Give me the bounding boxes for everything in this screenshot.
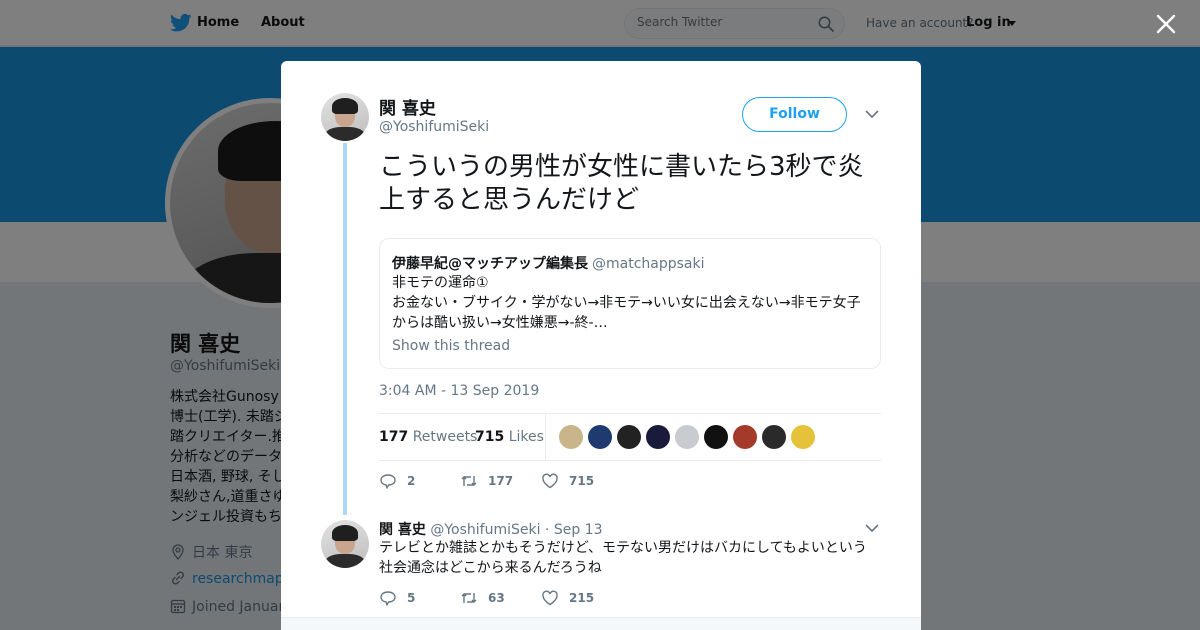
quoted-author-handle: @matchappsaki — [592, 256, 705, 272]
retweet-action[interactable]: 63 — [460, 590, 505, 606]
reply-header: 関 喜史 @YoshifumiSeki · Sep 13 — [379, 519, 602, 539]
reply-action[interactable]: 2 — [379, 473, 415, 489]
follow-button[interactable]: Follow — [742, 97, 847, 132]
like-count-action: 215 — [569, 591, 595, 605]
chevron-down-icon[interactable] — [865, 523, 879, 533]
reply-author-name[interactable]: 関 喜史 — [379, 522, 426, 538]
retweet-icon — [461, 476, 477, 486]
like-action[interactable]: 215 — [541, 590, 594, 606]
quoted-line: 非モテの運命① — [392, 275, 489, 291]
quoted-text: 非モテの運命① お金ない・ブサイク・学がない→非モテ→いい女に出会えない→非モテ… — [392, 273, 872, 333]
heart-icon — [542, 473, 558, 489]
reply-icon — [380, 474, 396, 489]
reply-count: 2 — [407, 474, 416, 488]
tweet-author-handle[interactable]: @YoshifumiSeki — [379, 119, 489, 135]
tweet-author-avatar[interactable] — [321, 93, 369, 141]
tweet-text: こういうの男性が女性に書いたら3秒で炎上すると思うんだけど — [379, 152, 864, 215]
reply-author-handle[interactable]: @YoshifumiSeki — [430, 522, 540, 538]
tweet-stats: 177 Retweets 715 Likes — [379, 413, 881, 461]
retweet-label: Retweets — [412, 429, 478, 445]
show-thread-link[interactable]: Show this thread — [392, 338, 510, 354]
retweet-stat[interactable]: 177 Retweets — [379, 429, 477, 445]
reply-author-avatar[interactable] — [321, 520, 369, 568]
quoted-line: からは酷い扱い→女性嫌悪→-終-… — [392, 315, 608, 331]
retweet-action[interactable]: 177 — [460, 473, 513, 489]
retweet-count: 177 — [379, 429, 409, 445]
quoted-author-name: 伊藤早紀@マッチアップ編集長 — [392, 256, 588, 272]
liker-avatar[interactable] — [733, 425, 757, 449]
tweet-modal: 関 喜史 @YoshifumiSeki Follow こういうの男性が女性に書い… — [281, 61, 921, 630]
liker-avatar[interactable] — [559, 425, 583, 449]
reply-icon — [380, 591, 396, 606]
retweet-count: 177 — [488, 474, 514, 488]
retweet-icon — [461, 593, 477, 603]
reply-line: 社会通念はどこから来るんだろうね — [379, 560, 602, 576]
like-count-action: 715 — [569, 474, 595, 488]
liker-avatar[interactable] — [675, 425, 699, 449]
quoted-author[interactable]: 伊藤早紀@マッチアップ編集長 @matchappsaki — [392, 253, 705, 273]
reply-action[interactable]: 5 — [379, 590, 415, 606]
heart-icon — [542, 590, 558, 606]
reply-date[interactable]: · Sep 13 — [545, 522, 603, 538]
liker-avatar[interactable] — [588, 425, 612, 449]
liker-avatar[interactable] — [704, 425, 728, 449]
tweet-timestamp[interactable]: 3:04 AM - 13 Sep 2019 — [379, 383, 539, 399]
quoted-tweet[interactable]: 伊藤早紀@マッチアップ編集長 @matchappsaki 非モテの運命① お金ない… — [379, 238, 881, 369]
like-count: 715 — [475, 429, 505, 445]
liker-avatar[interactable] — [646, 425, 670, 449]
quoted-line: お金ない・ブサイク・学がない→非モテ→いい女に出会えない→非モテ女子 — [392, 295, 861, 311]
liker-avatar[interactable] — [762, 425, 786, 449]
thread-line — [343, 143, 347, 515]
retweet-count: 63 — [488, 591, 505, 605]
like-stat[interactable]: 715 Likes — [475, 429, 544, 445]
modal-footer — [281, 617, 921, 630]
chevron-down-icon[interactable] — [865, 109, 879, 119]
tweet-author-name[interactable]: 関 喜史 — [379, 94, 436, 119]
reply-text: テレビとか雑誌とかもそうだけど、モテない男だけはバカにしてもよいという 社会通念… — [379, 538, 879, 578]
liker-avatar[interactable] — [617, 425, 641, 449]
reply-line: テレビとか雑誌とかもそうだけど、モテない男だけはバカにしてもよいという — [379, 540, 867, 556]
stats-divider — [545, 414, 546, 461]
close-icon[interactable] — [1155, 13, 1177, 35]
like-label: Likes — [508, 429, 544, 445]
liker-avatar[interactable] — [791, 425, 815, 449]
reply-count: 5 — [407, 591, 416, 605]
like-action[interactable]: 715 — [541, 473, 594, 489]
